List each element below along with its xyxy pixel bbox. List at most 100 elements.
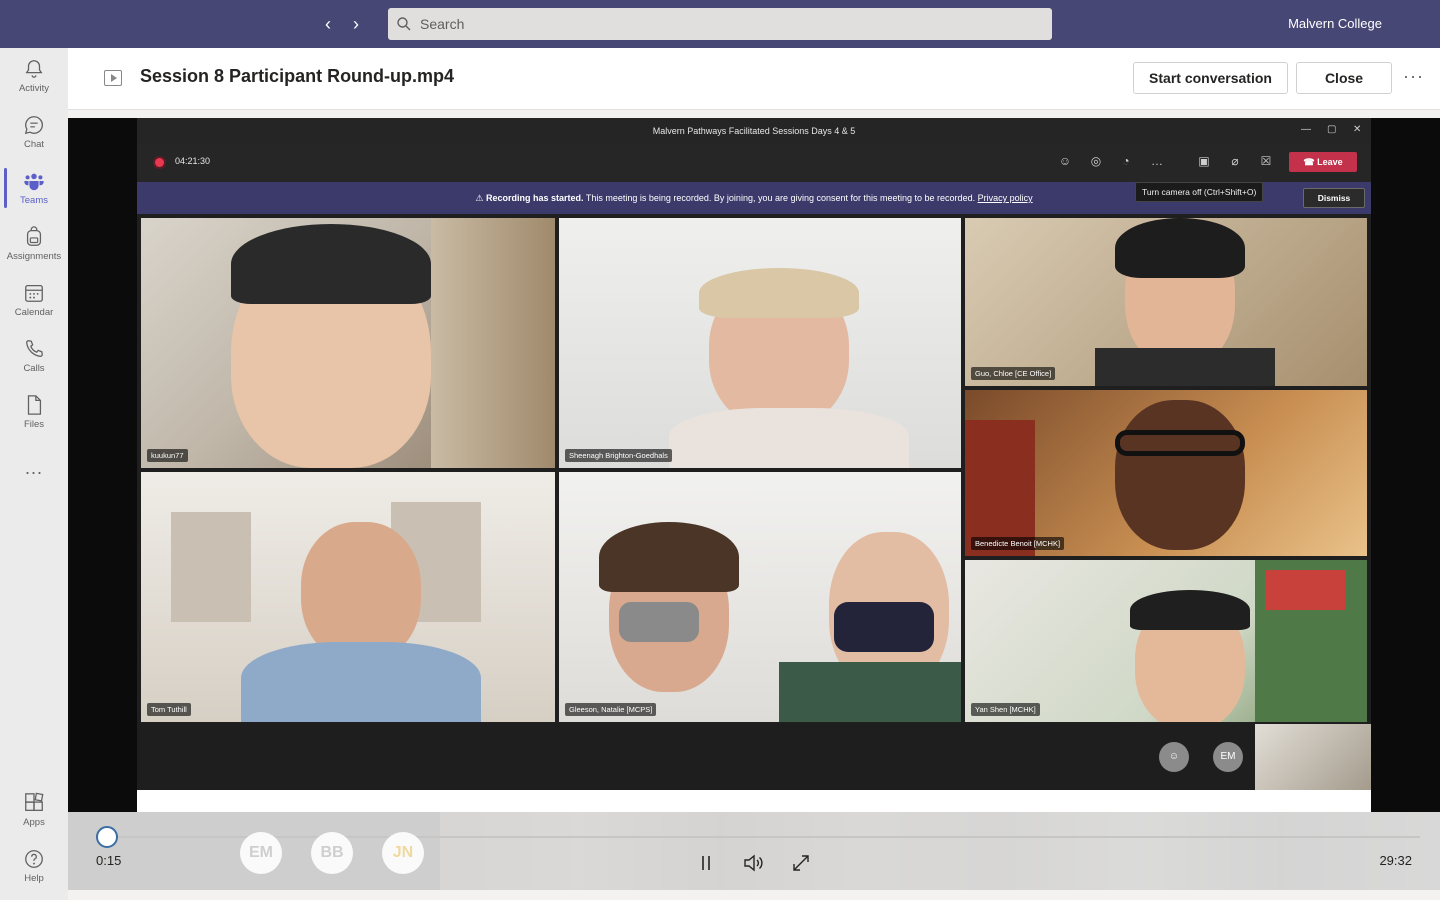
duration: 29:32	[1379, 853, 1412, 868]
file-icon	[27, 395, 42, 415]
video-file-icon	[104, 70, 122, 86]
minimize-icon: —	[1301, 124, 1311, 135]
pause-icon	[702, 856, 710, 870]
top-bar: ‹ › Malvern College	[0, 0, 1440, 48]
participant-tile: Sheenagh Brighton-Goedhals	[559, 218, 961, 468]
meeting-bottom-strip: ☺ EM	[137, 724, 1371, 790]
participant-name: Yan Shen [MCHK]	[971, 703, 1040, 716]
bell-icon	[25, 60, 43, 78]
rail-item-chat[interactable]: Chat	[0, 104, 68, 160]
fullscreen-button[interactable]	[788, 850, 814, 876]
participant-tile: kuukun77	[141, 218, 555, 468]
mic-off-icon: ⌀	[1231, 154, 1239, 168]
warning-icon: ⚠	[475, 193, 484, 203]
camera-tooltip: Turn camera off (Ctrl+Shift+O)	[1135, 182, 1264, 202]
privacy-link: Privacy policy	[977, 193, 1033, 203]
banner-bold: Recording has started.	[485, 193, 584, 203]
rail-label: Files	[23, 419, 45, 430]
participant-tile: Yan Shen [MCHK]	[965, 560, 1367, 722]
close-button[interactable]: Close	[1296, 62, 1392, 94]
teams-icon	[24, 173, 44, 191]
participant-name: kuukun77	[147, 449, 188, 462]
participant-tile: Benedicte Benoit [MCHK]	[965, 390, 1367, 556]
current-time: 0:15	[96, 853, 122, 868]
app-rail: Activity Chat Teams Assignments Calendar…	[0, 48, 68, 900]
self-view-tile	[1255, 724, 1371, 790]
maximize-icon: ▢	[1327, 124, 1337, 135]
volume-icon	[744, 854, 763, 872]
apps-icon	[25, 792, 44, 811]
org-name[interactable]: Malvern College	[1288, 16, 1382, 31]
rail-more-button[interactable]: ...	[0, 440, 68, 496]
rail-label: Activity	[18, 83, 50, 94]
rail-item-help[interactable]: Help	[0, 838, 68, 894]
share-icon: ☒	[1260, 154, 1272, 168]
avatar-icon: ☺	[1159, 742, 1189, 772]
rail-item-calendar[interactable]: Calendar	[0, 272, 68, 328]
rail-item-apps[interactable]: Apps	[0, 782, 68, 838]
camera-icon: ▣	[1198, 154, 1210, 168]
rail-label: Assignments	[6, 251, 62, 262]
more-dots-icon: ...	[24, 457, 43, 478]
forward-arrow-icon[interactable]: ›	[344, 12, 368, 36]
search-box[interactable]	[388, 8, 1052, 40]
viewer-avatar: EM	[240, 832, 282, 874]
start-conversation-button[interactable]: Start conversation	[1133, 62, 1288, 94]
rail-label: Calendar	[14, 307, 54, 318]
rail-label: Calls	[23, 363, 45, 374]
participant-name: Guo, Chloe [CE Office]	[971, 367, 1056, 380]
file-header: Session 8 Participant Round-up.mp4 Start…	[68, 48, 1440, 110]
meeting-video-frame: Malvern Pathways Facilitated Sessions Da…	[137, 118, 1371, 812]
banner-text: This meeting is being recorded. By joini…	[585, 193, 976, 203]
leave-button: ☎ Leave	[1289, 152, 1357, 172]
meeting-timer: 04:21:30	[175, 156, 211, 166]
participant-name: Sheenagh Brighton-Goedhals	[565, 449, 672, 462]
meeting-window-title: Malvern Pathways Facilitated Sessions Da…	[137, 118, 1371, 144]
pause-button[interactable]	[693, 850, 719, 876]
rail-label: Teams	[20, 195, 48, 206]
participant-name: Tom Tuthill	[147, 703, 191, 716]
reactions-icon: ◔	[1122, 154, 1130, 168]
help-icon	[25, 850, 43, 868]
rail-item-files[interactable]: Files	[0, 384, 68, 440]
meeting-toolbar: 04:21:30 ☺ ◎ ◔ … ▣ ⌀ ☒ ☎ Leave	[137, 144, 1371, 182]
rail-item-calls[interactable]: Calls	[0, 328, 68, 384]
video-player[interactable]: Malvern Pathways Facilitated Sessions Da…	[68, 118, 1440, 890]
volume-button[interactable]	[740, 850, 766, 876]
participants-icon: ☺	[1058, 154, 1072, 168]
player-controls: 0:15 29:32 EM BB JN	[68, 812, 1440, 890]
viewer-avatar: BB	[311, 832, 353, 874]
participant-tile: Tom Tuthill	[141, 472, 555, 722]
rail-label: Help	[24, 873, 44, 884]
phone-icon	[26, 340, 43, 357]
back-arrow-icon[interactable]: ‹	[316, 12, 340, 36]
rail-label: Chat	[23, 139, 45, 150]
progress-bar[interactable]	[108, 836, 1420, 838]
rail-item-teams[interactable]: Teams	[0, 160, 68, 216]
participant-name: Benedicte Benoit [MCHK]	[971, 537, 1065, 550]
search-input[interactable]	[420, 16, 1020, 32]
avatar: EM	[1213, 742, 1243, 772]
close-window-icon: ✕	[1353, 124, 1362, 135]
participant-tile: Guo, Chloe [CE Office]	[965, 218, 1367, 386]
seek-handle[interactable]	[96, 826, 118, 848]
dismiss-button: Dismiss	[1303, 188, 1365, 208]
participant-tile: Gleeson, Natalie [MCPS]	[559, 472, 961, 722]
rail-label: Apps	[23, 817, 45, 828]
chat-icon	[24, 116, 43, 135]
rail-item-assignments[interactable]: Assignments	[0, 216, 68, 272]
fullscreen-icon	[793, 855, 809, 871]
participant-name: Gleeson, Natalie [MCPS]	[565, 703, 657, 716]
viewer-avatar: JN	[382, 832, 424, 874]
backpack-icon	[26, 226, 42, 246]
calendar-icon	[25, 285, 43, 302]
search-icon	[397, 17, 411, 31]
recording-icon	[155, 158, 164, 167]
leave-label: Leave	[1317, 156, 1343, 167]
rail-item-activity[interactable]: Activity	[0, 48, 68, 104]
meeting-chat-icon: ◎	[1090, 154, 1102, 168]
page-title: Session 8 Participant Round-up.mp4	[140, 66, 455, 86]
more-options-icon[interactable]: ···	[1403, 66, 1424, 87]
meeting-more-icon: …	[1151, 154, 1163, 168]
video-bottom-bar	[137, 790, 1371, 812]
